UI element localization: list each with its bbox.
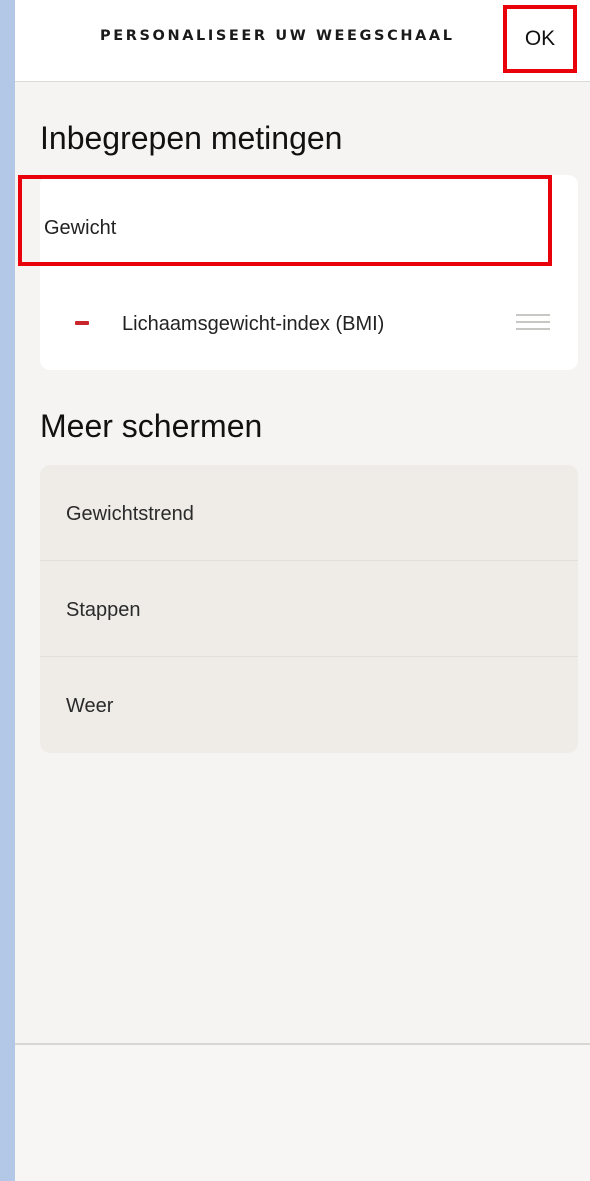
list-item-weight-trend[interactable]: Gewichtstrend — [40, 465, 578, 561]
list-item-steps[interactable]: Stappen — [40, 561, 578, 657]
bottom-bar — [15, 1043, 590, 1181]
screen: PERSONALISEER UW WEEGSCHAAL OK Inbegrepe… — [15, 0, 590, 1181]
list-item-label: Weer — [66, 695, 114, 717]
measurement-label-bmi: Lichaamsgewicht-index (BMI) — [122, 313, 385, 335]
drag-handle-icon[interactable] — [516, 314, 550, 332]
included-measurements-heading: Inbegrepen metingen — [40, 120, 343, 156]
ok-button[interactable]: OK — [503, 5, 577, 73]
measurement-label: Gewicht — [44, 217, 117, 239]
measurement-row-weight[interactable]: Gewicht — [18, 175, 552, 266]
header: PERSONALISEER UW WEEGSCHAAL OK — [15, 0, 590, 82]
list-item-weather[interactable]: Weer — [40, 657, 578, 753]
list-item-label: Gewichtstrend — [66, 503, 194, 525]
page-title: PERSONALISEER UW WEEGSCHAAL — [100, 28, 455, 44]
minus-icon[interactable] — [75, 321, 89, 325]
more-screens-card: Gewichtstrend Stappen Weer — [40, 465, 578, 753]
list-item-label: Stappen — [66, 599, 141, 621]
more-screens-heading: Meer schermen — [40, 408, 263, 444]
